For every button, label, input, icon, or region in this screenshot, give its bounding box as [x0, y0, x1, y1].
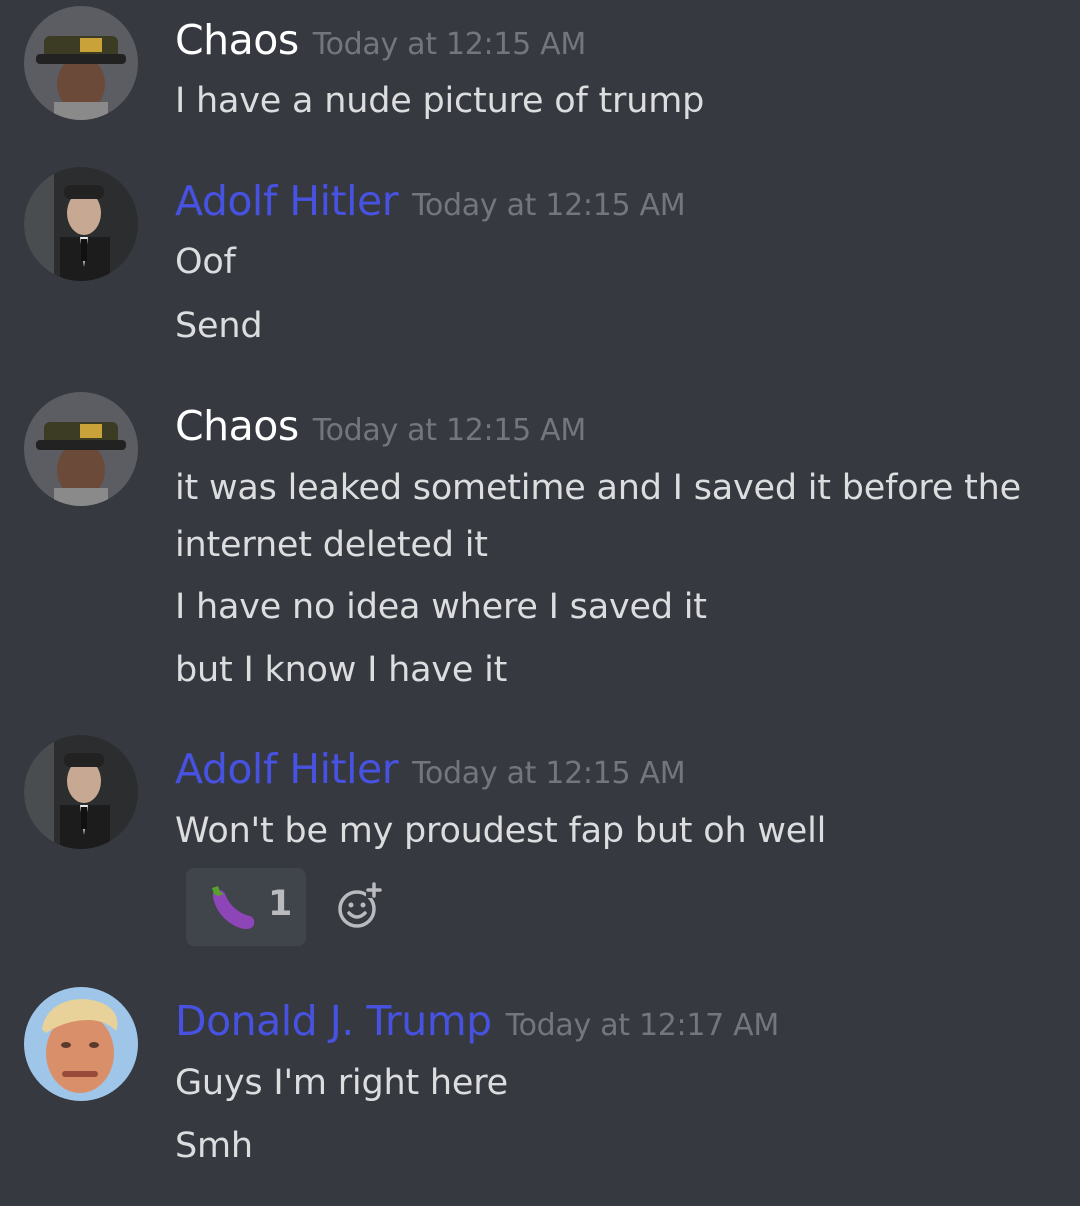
add-reaction-icon[interactable] [336, 882, 384, 930]
message-text: Send [175, 306, 263, 346]
message-text: Oof [175, 242, 236, 282]
timestamp: Today at 12:15 AM [412, 188, 686, 223]
hitler-avatar[interactable] [24, 167, 138, 281]
message-text: it was leaked sometime and I saved it be… [175, 468, 1021, 508]
reaction-pill[interactable]: 1 [186, 868, 306, 946]
chaos-avatar[interactable] [24, 392, 138, 506]
message-text: Won't be my proudest fap but oh well [175, 811, 827, 851]
timestamp: Today at 12:17 AM [505, 1008, 780, 1043]
chat-message-list: Chaos Today at 12:15 AM I have a nude pic… [0, 0, 1080, 1206]
hitler-avatar[interactable] [24, 735, 138, 849]
message-text: I have no idea where I saved it [175, 587, 707, 627]
username[interactable]: Chaos [175, 16, 299, 64]
trump-avatar[interactable] [24, 987, 138, 1101]
timestamp: Today at 12:15 AM [312, 27, 587, 62]
message-text: Guys I'm right here [175, 1063, 508, 1103]
message-text: but I know I have it [175, 650, 508, 690]
username[interactable]: Donald J. Trump [175, 997, 492, 1045]
timestamp: Today at 12:15 AM [312, 413, 587, 448]
eggplant-icon [208, 884, 258, 936]
username[interactable]: Chaos [175, 402, 299, 450]
username[interactable]: Adolf Hitler [175, 177, 399, 225]
chaos-avatar[interactable] [24, 6, 138, 120]
reaction-count: 1 [268, 884, 293, 924]
message-text: I have a nude picture of trump [175, 81, 705, 121]
timestamp: Today at 12:15 AM [412, 756, 686, 791]
username[interactable]: Adolf Hitler [175, 745, 399, 793]
message-text: internet deleted it [175, 525, 488, 565]
message-text: Smh [175, 1126, 253, 1166]
